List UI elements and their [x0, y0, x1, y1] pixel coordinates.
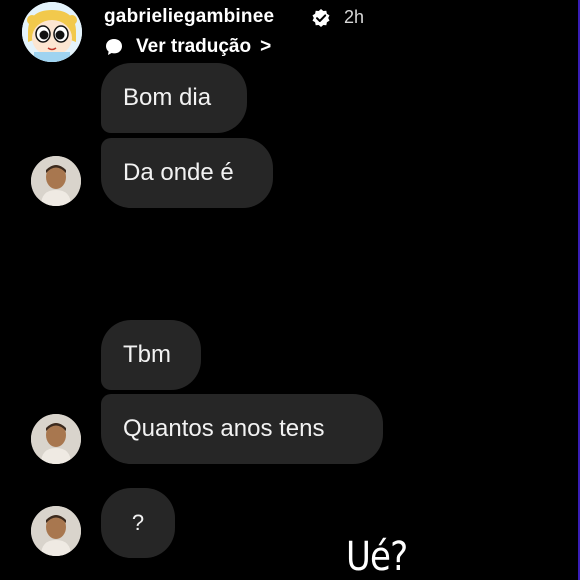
verified-badge-icon [312, 9, 330, 27]
story-username[interactable]: gabrieliegambinee [104, 6, 274, 28]
message-text: Tbm [123, 341, 171, 368]
message-text: Quantos anos tens [123, 415, 325, 442]
message-text: Bom dia [123, 84, 212, 111]
powerpuff-avatar-icon [22, 2, 82, 62]
message-text: Da onde é [123, 159, 234, 186]
message-bubble: Tbm [101, 320, 201, 390]
story-screen: gabrieliegambinee 2h Ver tradução > Bom … [0, 0, 580, 580]
person-avatar-icon [31, 506, 81, 556]
message-bubble: Bom dia [101, 63, 247, 133]
message-text: ? [131, 510, 145, 535]
person-avatar-icon [31, 414, 81, 464]
chevron-right-icon: > [260, 36, 272, 57]
sender-avatar[interactable] [31, 414, 81, 464]
sender-avatar[interactable] [31, 156, 81, 206]
person-avatar-icon [31, 156, 81, 206]
story-avatar[interactable] [22, 2, 82, 62]
message-bubble: Da onde é [101, 138, 273, 208]
sender-avatar[interactable] [31, 506, 81, 556]
speech-bubble-icon [106, 39, 122, 55]
translate-button[interactable]: Ver tradução > [104, 34, 271, 60]
message-bubble: Quantos anos tens [101, 394, 383, 464]
story-timestamp: 2h [344, 7, 365, 27]
story-overlay-text: Ué? [346, 534, 408, 580]
translate-label: Ver tradução [136, 36, 252, 57]
message-bubble: ? [101, 488, 175, 558]
